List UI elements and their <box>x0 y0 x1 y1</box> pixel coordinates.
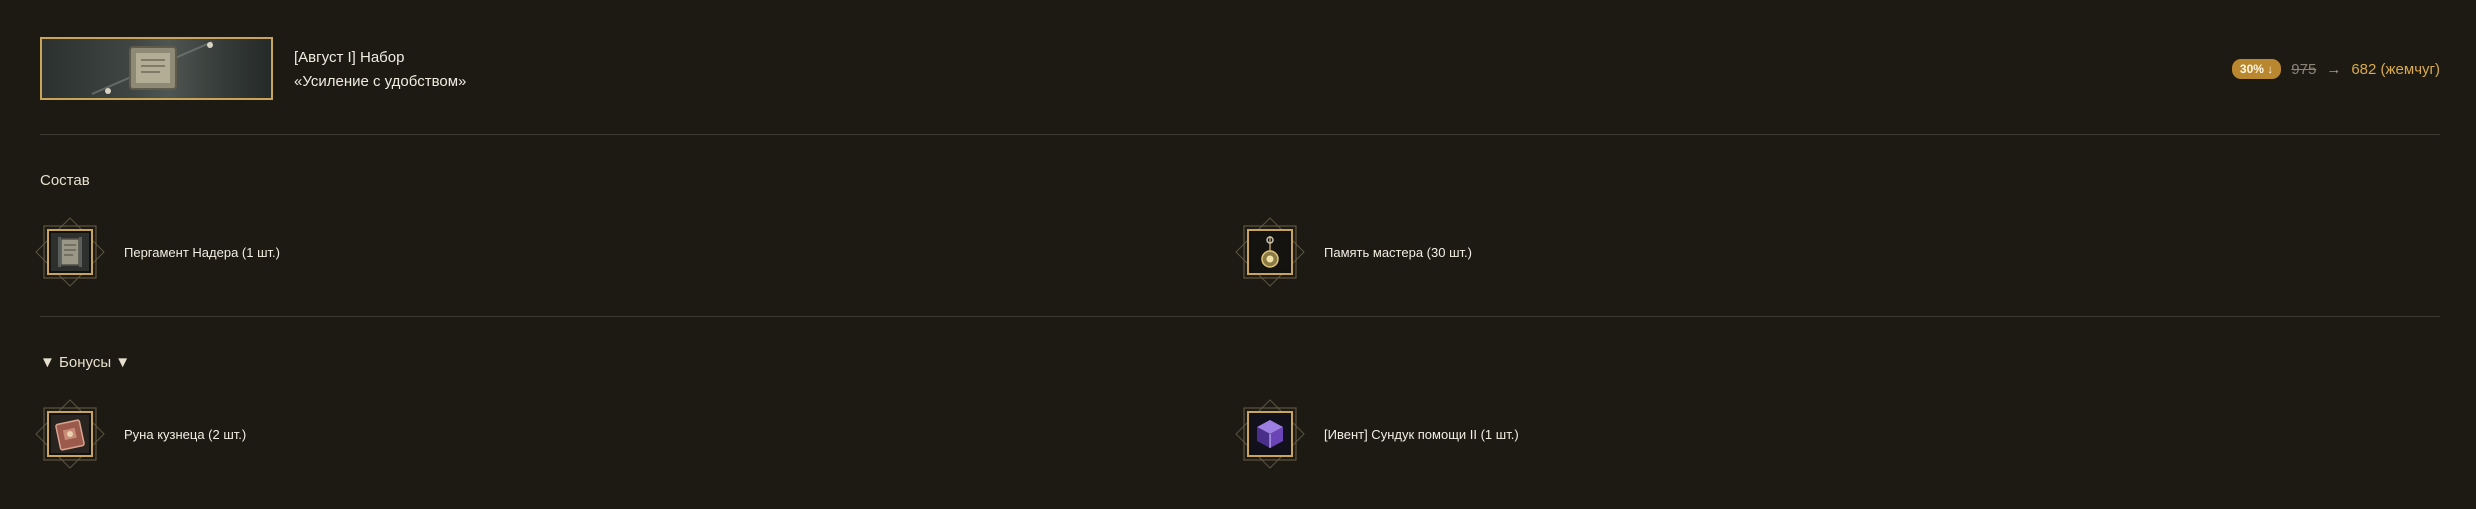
discount-badge: 30% ↓ <box>2231 59 2282 79</box>
down-arrow-icon: ↓ <box>2263 62 2274 76</box>
bonus-item-help-chest[interactable]: [Ивент] Сундук помощи II (1 шт.) <box>1234 398 1519 470</box>
item-slot <box>34 216 106 288</box>
scroll-banner-icon <box>91 41 213 95</box>
discount-value: 30% <box>2239 62 2264 76</box>
old-price: 975 <box>2291 60 2317 78</box>
pendant-icon <box>1251 233 1289 271</box>
package-detail-page: [Август I] Набор «Усиление с удобством» … <box>0 0 2476 509</box>
price-arrow: → <box>2326 60 2342 78</box>
package-title-line2: «Усиление с удобством» <box>294 73 467 90</box>
parchment-icon <box>51 233 89 271</box>
package-title: [Август I] Набор «Усиление с удобством» <box>294 46 466 94</box>
item-label: Руна кузнеца (2 шт.) <box>124 426 247 442</box>
item-slot <box>1234 398 1306 470</box>
divider <box>40 316 2440 317</box>
item-slot <box>34 398 106 470</box>
purple-chest-icon <box>1251 415 1289 453</box>
item-label: Пергамент Надера (1 шт.) <box>124 244 280 260</box>
new-price: 682 (жемчуг) <box>2351 60 2440 78</box>
divider <box>40 134 2440 135</box>
item-label: Память мастера (30 шт.) <box>1324 244 1472 260</box>
composition-item-master-memory[interactable]: Память мастера (30 шт.) <box>1234 216 1472 288</box>
bonuses-title: ▼ Бонусы ▼ <box>40 354 131 371</box>
item-slot <box>1234 216 1306 288</box>
item-label: [Ивент] Сундук помощи II (1 шт.) <box>1324 426 1519 442</box>
composition-title: Состав <box>40 172 90 189</box>
bonus-item-smith-rune[interactable]: Руна кузнеца (2 шт.) <box>34 398 246 470</box>
price-block: 30% ↓ 975 → 682 (жемчуг) <box>2231 59 2440 79</box>
rune-book-icon <box>51 415 89 453</box>
package-title-line1: [Август I] Набор <box>294 49 405 66</box>
package-thumbnail <box>40 37 273 100</box>
composition-item-parchment[interactable]: Пергамент Надера (1 шт.) <box>34 216 280 288</box>
